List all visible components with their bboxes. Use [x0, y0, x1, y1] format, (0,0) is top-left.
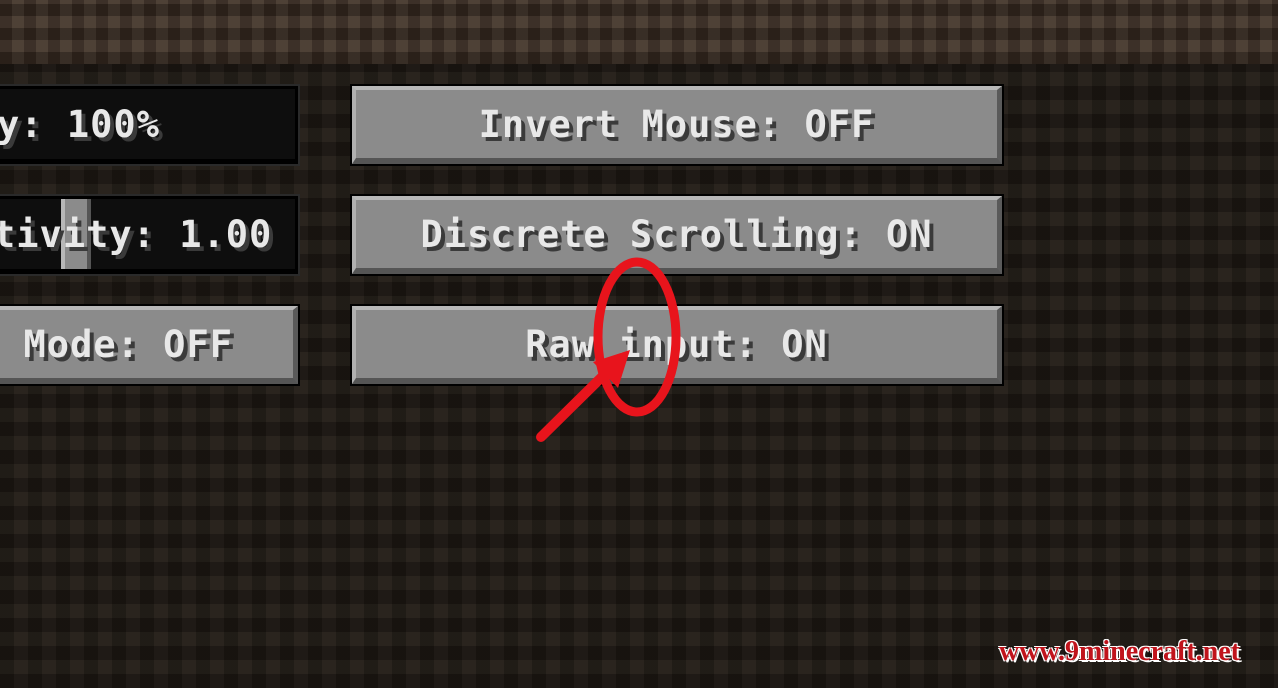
discrete-scrolling-button[interactable]: Discrete Scrolling: ON: [350, 194, 1004, 276]
discrete-scrolling-label: Discrete Scrolling: ON: [420, 212, 933, 256]
raw-input-label: Raw input: ON: [525, 322, 828, 366]
sensitivity-slider-label: tivity: 1.00: [0, 212, 273, 256]
invert-mouse-label: Invert Mouse: OFF: [478, 102, 875, 146]
touchscreen-mode-label: Mode: OFF: [23, 322, 233, 366]
fov-slider-label: y: 100%: [0, 102, 160, 146]
touchscreen-mode-button[interactable]: Mode: OFF: [0, 304, 300, 386]
fov-slider[interactable]: y: 100%: [0, 84, 300, 166]
watermark-text: www.9minecraft.net: [998, 636, 1240, 667]
header-band: [0, 0, 1278, 64]
raw-input-button[interactable]: Raw input: ON: [350, 304, 1004, 386]
mouse-sensitivity-slider[interactable]: tivity: 1.00: [0, 194, 300, 276]
invert-mouse-button[interactable]: Invert Mouse: OFF: [350, 84, 1004, 166]
